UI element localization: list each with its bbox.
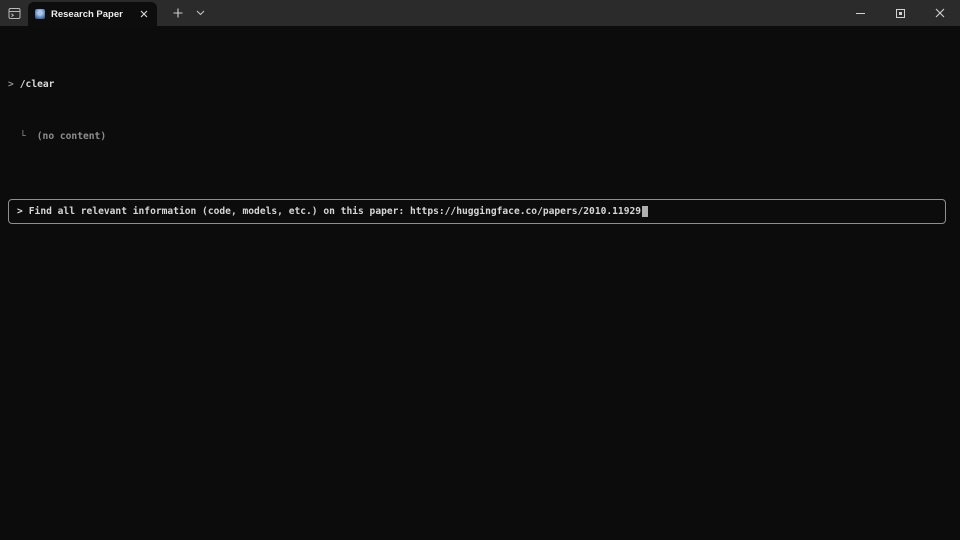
titlebar: Research Paper [0,0,960,26]
terminal-window: Research Paper [0,0,960,540]
chevron-down-icon [196,10,205,16]
minimize-button[interactable] [840,0,880,26]
terminal-app-icon-wrap [0,0,28,26]
close-icon [935,8,945,18]
plus-icon [173,8,183,18]
titlebar-drag-region [209,0,840,26]
app-favicon-icon [35,9,45,19]
maximize-button[interactable] [880,0,920,26]
history-result: (no content) [37,131,106,142]
elbow-connector-icon: └ [20,131,26,142]
tab-label: Research Paper [51,9,136,20]
minimize-icon [856,13,865,14]
terminal-content[interactable]: > /clear └ (no content) > Find all relevan… [0,26,960,540]
tab-research-paper[interactable]: Research Paper [28,2,157,26]
tab-dropdown-button[interactable] [191,3,209,23]
new-tab-button[interactable] [168,3,188,23]
close-button[interactable] [920,0,960,26]
tab-close-icon[interactable] [136,6,152,22]
input-value: Find all relevant information (code, mod… [29,205,641,218]
history-line-result: └ (no content) [8,130,952,143]
input-prompt: > [17,205,23,218]
prompt-input[interactable]: > Find all relevant information (code, m… [8,199,946,224]
terminal-icon [8,7,21,20]
history-line-command: > /clear [8,78,952,91]
history-command: /clear [20,79,55,90]
text-cursor [642,206,648,217]
maximize-icon [896,9,905,18]
history-prompt: > [8,79,14,90]
